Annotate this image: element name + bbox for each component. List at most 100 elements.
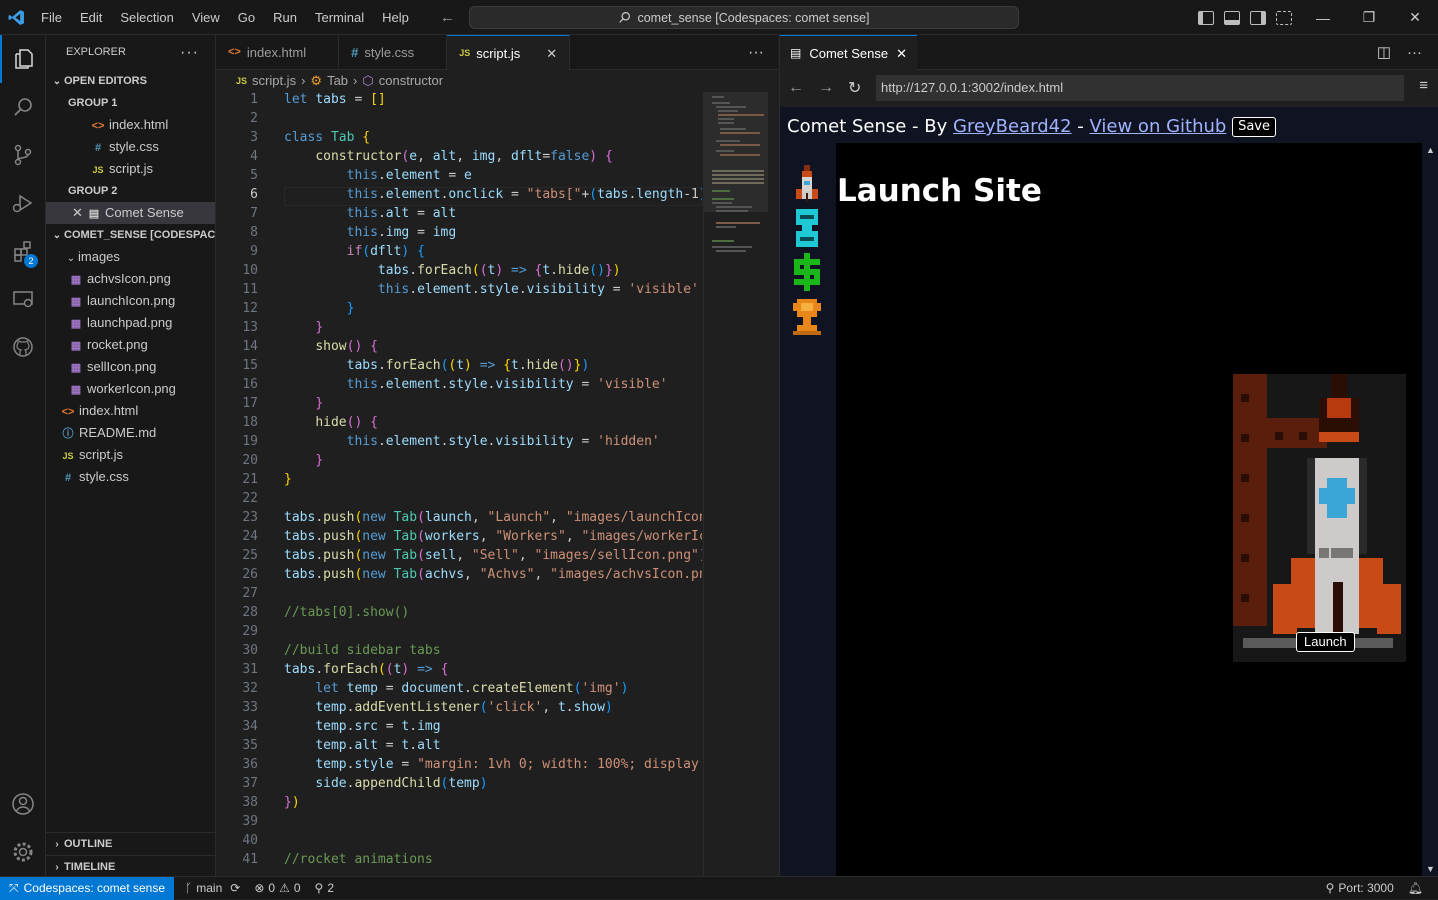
minimap[interactable] — [703, 92, 768, 876]
menu-terminal[interactable]: Terminal — [306, 0, 373, 35]
launch-tab-rocket-icon[interactable] — [792, 165, 822, 203]
group2-label[interactable]: GROUP 2 — [46, 180, 215, 202]
explorer-title-text: EXPLORER — [66, 46, 126, 58]
github-link[interactable]: View on Github — [1090, 116, 1227, 137]
url-input[interactable]: http://127.0.0.1:3002/index.html — [876, 75, 1404, 101]
site-scrollbar[interactable]: ▲ ▼ — [1422, 143, 1438, 876]
close-tab-icon[interactable]: ✕ — [896, 36, 907, 71]
timeline-section[interactable]: › TIMELINE — [46, 855, 215, 876]
ports-indicator[interactable]: ⚲ 2 — [308, 881, 341, 895]
file-script-js[interactable]: JS script.js — [46, 444, 215, 466]
css-file-icon: # — [351, 45, 359, 60]
file-launchpad-png[interactable]: ▦ launchpad.png — [46, 312, 215, 334]
browser-menu-icon[interactable]: ≡ — [1419, 77, 1428, 94]
line-number: 31 — [242, 662, 258, 677]
toggle-panel-icon[interactable] — [1224, 10, 1240, 25]
branch-indicator[interactable]: ᚴ main ⟳ — [178, 881, 247, 895]
extensions-icon[interactable]: 2 — [0, 227, 46, 275]
file-workericon-png[interactable]: ▦ workerIcon.png — [46, 378, 215, 400]
forwarded-port-indicator[interactable]: ⚲ Port: 3000 — [1319, 881, 1401, 895]
line-number: 40 — [242, 833, 258, 848]
error-icon: ⊗ — [254, 881, 265, 895]
menu-run[interactable]: Run — [264, 0, 306, 35]
browser-forward-icon[interactable]: → — [818, 79, 834, 97]
close-editor-icon[interactable]: ✕ — [72, 202, 86, 224]
back-arrow-icon[interactable]: ← — [440, 9, 455, 26]
source-control-icon[interactable] — [0, 131, 46, 179]
open-editor-style-css[interactable]: # style.css — [46, 136, 215, 158]
scroll-up-icon[interactable]: ▲ — [1422, 145, 1438, 155]
menu-help[interactable]: Help — [373, 0, 418, 35]
tab-comet-sense[interactable]: ▤ Comet Sense ✕ — [780, 35, 918, 71]
reload-icon[interactable]: ↻ — [848, 78, 861, 98]
run-debug-icon[interactable] — [0, 179, 46, 227]
accounts-icon[interactable] — [0, 780, 46, 828]
menu-file[interactable]: File — [32, 0, 71, 35]
line-number: 39 — [242, 814, 258, 829]
search-view-icon[interactable] — [0, 83, 46, 131]
simple-browser-preview: ▤ Comet Sense ✕ ◫ ··· ← → ↻ http://127.0… — [779, 35, 1438, 876]
code-line: tabs.push(new Tab(achvs, "Achvs", "image… — [284, 567, 702, 582]
open-editors-section[interactable]: ⌄ OPEN EDITORS — [46, 70, 215, 92]
file-sellicon-png[interactable]: ▦ sellIcon.png — [46, 356, 215, 378]
manage-gear-icon[interactable] — [0, 828, 46, 876]
scroll-down-icon[interactable]: ▼ — [1422, 864, 1438, 874]
file-launchicon-png[interactable]: ▦ launchIcon.png — [46, 290, 215, 312]
code-line: class Tab { — [284, 130, 371, 145]
file-rocket-png[interactable]: ▦ rocket.png — [46, 334, 215, 356]
image-file-icon: ▦ — [70, 362, 82, 374]
sync-icon[interactable]: ⟳ — [230, 881, 240, 895]
github-icon[interactable] — [0, 323, 46, 371]
breadcrumb-method[interactable]: constructor — [379, 70, 443, 92]
outline-section[interactable]: › OUTLINE — [46, 833, 215, 855]
author-link[interactable]: GreyBeard42 — [953, 116, 1072, 137]
file-style-css[interactable]: # style.css — [46, 466, 215, 488]
restore-icon[interactable]: ❐ — [1346, 0, 1392, 35]
chevron-down-icon: ⌄ — [52, 230, 62, 241]
open-editor-comet-sense[interactable]: ✕ ▤ Comet Sense — [46, 202, 215, 224]
remote-indicator[interactable]: ⤧ Codespaces: comet sense — [0, 876, 175, 900]
file-achvsicon-png[interactable]: ▦ achvsIcon.png — [46, 268, 215, 290]
minimize-icon[interactable]: — — [1300, 0, 1346, 35]
browser-back-icon[interactable]: ← — [788, 79, 804, 97]
images-folder[interactable]: ⌄ images — [46, 246, 215, 268]
workers-tab-icon[interactable] — [796, 209, 818, 247]
menu-edit[interactable]: Edit — [71, 0, 111, 35]
achievements-tab-trophy-icon[interactable] — [793, 299, 821, 335]
close-tab-icon[interactable]: ✕ — [546, 36, 557, 71]
preview-page-icon: ▤ — [790, 45, 802, 60]
command-center-search[interactable]: comet_sense [Codespaces: comet sense] — [469, 6, 1019, 29]
tab-index-html[interactable]: <> index.html — [216, 35, 340, 70]
menu-view[interactable]: View — [183, 0, 229, 35]
more-actions-icon[interactable]: ··· — [1407, 35, 1422, 70]
code-area[interactable]: 1 2 3 4 5 6 7 8 9 10 11 12 13 14 15 16 17 18 19 20 21 22 23 24 2… — [216, 92, 702, 876]
split-editor-icon[interactable]: ◫ — [1377, 35, 1391, 70]
toggle-secondary-sidebar-icon[interactable] — [1250, 10, 1266, 25]
tab-script-js[interactable]: JS script.js ✕ — [447, 35, 571, 71]
open-editor-script-js[interactable]: JS script.js — [46, 158, 215, 180]
editor-more-actions-icon[interactable]: ··· — [748, 35, 764, 70]
group1-label[interactable]: GROUP 1 — [46, 92, 215, 114]
file-readme-md[interactable]: ⓘ README.md — [46, 422, 215, 444]
notifications-bell-icon[interactable]: 🔔︎ — [1401, 881, 1430, 895]
launch-button[interactable]: Launch — [1296, 632, 1355, 652]
customize-layout-icon[interactable] — [1276, 10, 1292, 25]
workspace-section[interactable]: ⌄ COMET_SENSE [CODESPAC... — [46, 224, 215, 246]
explorer-icon[interactable] — [0, 35, 46, 83]
problems-indicator[interactable]: ⊗ 0 ⚠ 0 — [247, 881, 307, 895]
file-index-html[interactable]: <> index.html — [46, 400, 215, 422]
menu-go[interactable]: Go — [229, 0, 264, 35]
menu-selection[interactable]: Selection — [111, 0, 182, 35]
toggle-primary-sidebar-icon[interactable] — [1198, 10, 1214, 25]
save-button[interactable]: Save — [1232, 117, 1276, 137]
open-editor-index-html[interactable]: <> index.html — [46, 114, 215, 136]
tab-style-css[interactable]: # style.css — [339, 35, 448, 70]
more-actions-icon[interactable]: ··· — [180, 35, 199, 70]
breadcrumb-class[interactable]: Tab — [327, 70, 348, 92]
line-number: 16 — [242, 377, 258, 392]
breadcrumb-file[interactable]: script.js — [252, 70, 296, 92]
menu-bar: File Edit Selection View Go Run Terminal… — [32, 0, 418, 35]
remote-explorer-icon[interactable] — [0, 275, 46, 323]
close-window-icon[interactable]: ✕ — [1392, 0, 1438, 35]
sell-tab-dollar-icon[interactable] — [792, 253, 822, 291]
